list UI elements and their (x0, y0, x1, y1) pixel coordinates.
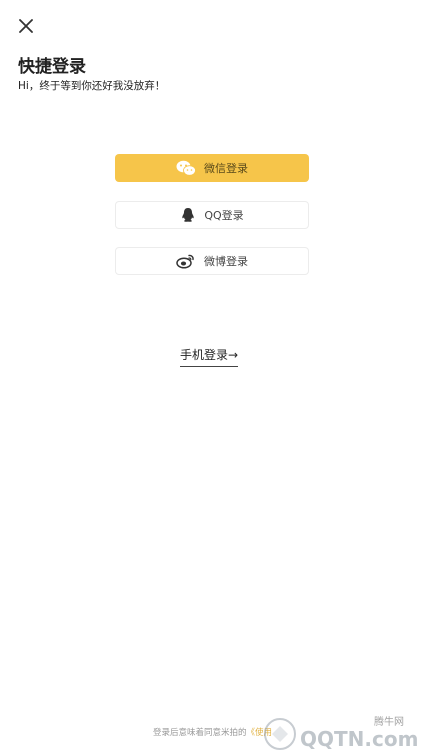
page-title: 快捷登录 (18, 57, 86, 77)
watermark-logo: 腾牛网 QQTN.com (262, 712, 420, 752)
close-button[interactable] (16, 16, 36, 36)
page-subtitle: Hi，终于等到你还好我没放弃！ (18, 80, 166, 92)
weibo-icon (176, 253, 196, 269)
qq-login-button[interactable]: QQ登录 (115, 201, 309, 229)
qq-login-label: QQ登录 (204, 209, 244, 222)
weibo-login-button[interactable]: 微博登录 (115, 247, 309, 275)
phone-login-link[interactable]: 手机登录→ (180, 346, 239, 367)
footer-text: 登录后意味着同意米拍的 (152, 728, 247, 738)
watermark-text: QQTN.com (300, 727, 418, 751)
qq-icon (180, 207, 196, 223)
weibo-login-label: 微博登录 (204, 255, 248, 268)
wechat-login-button[interactable]: 微信登录 (115, 154, 309, 182)
wechat-icon (176, 160, 196, 176)
wechat-login-label: 微信登录 (204, 162, 248, 175)
close-icon (19, 19, 33, 33)
